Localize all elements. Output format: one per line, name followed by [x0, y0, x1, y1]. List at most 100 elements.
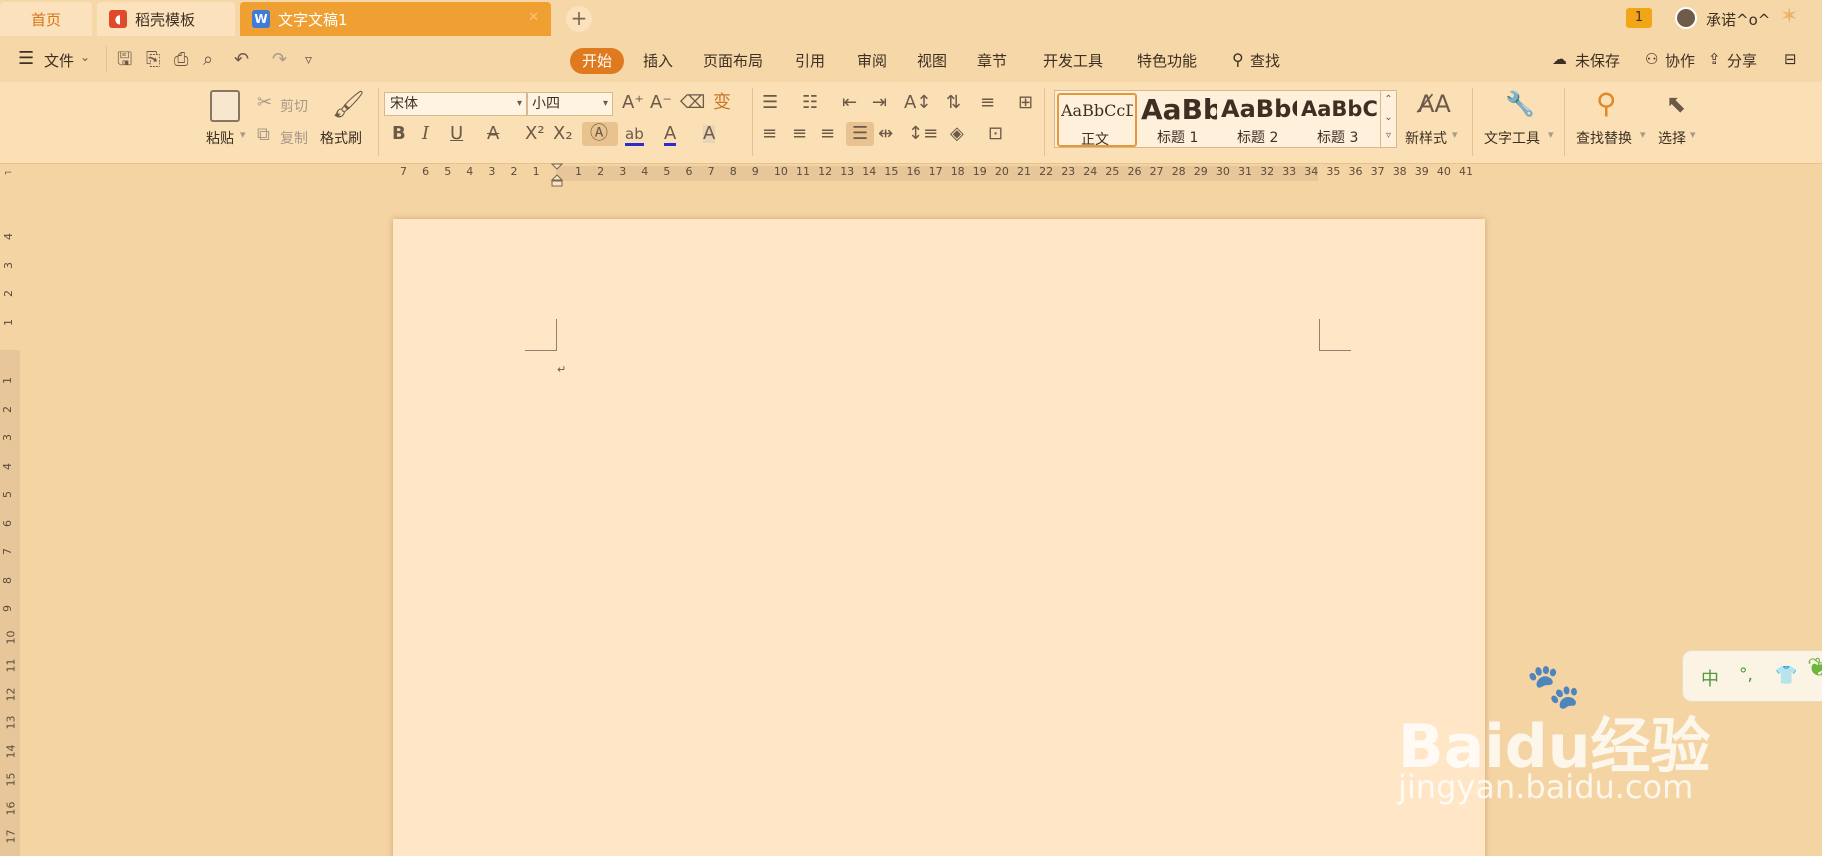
ruler-tick-label: 6: [685, 165, 693, 178]
print-preview-icon[interactable]: ⌕: [203, 51, 213, 69]
bold-icon[interactable]: B: [392, 125, 406, 143]
tab-0[interactable]: 开始: [570, 48, 625, 74]
subscript-icon[interactable]: X₂: [553, 125, 573, 143]
decrease-indent-icon[interactable]: ⇤: [842, 94, 857, 112]
clear-format-icon[interactable]: ⌫: [680, 94, 705, 112]
tab-7[interactable]: 开发工具: [1043, 48, 1103, 74]
style-gallery-scroll[interactable]: ⌃ ⌄ ▿: [1380, 91, 1396, 147]
print-icon[interactable]: ⎙: [174, 51, 188, 69]
tab-8[interactable]: 特色功能: [1137, 48, 1197, 74]
strikethrough-icon[interactable]: A: [487, 125, 499, 143]
line-spacing-icon[interactable]: ↕≡: [908, 125, 938, 143]
text-effect-button[interactable]: Ⓐ: [582, 122, 618, 146]
phonetic-guide-icon[interactable]: 变: [713, 94, 731, 112]
sort-icon[interactable]: ⇅: [946, 94, 961, 112]
select-button[interactable]: 选择: [1658, 128, 1686, 148]
chevron-down-icon[interactable]: ▾: [1690, 128, 1696, 141]
ime-punctuation[interactable]: °,: [1739, 665, 1753, 685]
paste-button[interactable]: 粘贴: [206, 128, 234, 148]
paste-icon[interactable]: [210, 90, 240, 122]
save-icon[interactable]: 🖫: [117, 51, 132, 69]
tab-2[interactable]: 页面布局: [703, 48, 763, 74]
ruler-tick-label: 6: [422, 165, 430, 178]
collapse-ribbon-icon[interactable]: ⊟: [1784, 50, 1797, 68]
unsaved-status[interactable]: 未保存: [1575, 50, 1620, 71]
italic-icon[interactable]: I: [422, 125, 429, 143]
highlight-icon[interactable]: ab: [625, 125, 644, 146]
align-right-icon[interactable]: ≡: [820, 125, 835, 143]
document-page[interactable]: ↵: [393, 219, 1485, 856]
close-tab-icon[interactable]: ✕: [528, 10, 539, 25]
style-heading-2[interactable]: AaBbC 标题 2: [1219, 93, 1299, 147]
chevron-down-icon[interactable]: ▾: [1548, 128, 1554, 141]
style-heading-1[interactable]: AaBb 标题 1: [1139, 93, 1219, 147]
new-style-button[interactable]: 新样式: [1405, 128, 1447, 148]
undo-icon[interactable]: ↶: [234, 51, 249, 69]
align-center-icon[interactable]: ≡: [792, 125, 807, 143]
menu-icon[interactable]: ☰: [18, 48, 34, 69]
find-replace-icon: ⚲: [1596, 87, 1617, 120]
tab-4[interactable]: 审阅: [857, 48, 887, 74]
find-replace-button[interactable]: 查找替换: [1576, 128, 1632, 148]
char-shading-icon[interactable]: A: [703, 125, 716, 143]
style-normal[interactable]: AaBbCcDd 正文: [1057, 93, 1137, 148]
tab-stop-icon[interactable]: ⌐: [4, 168, 12, 179]
superscript-icon[interactable]: X²: [525, 125, 545, 143]
collaborate-button[interactable]: 协作: [1665, 50, 1695, 71]
ruler-tick-label: 11: [796, 165, 810, 178]
shrink-font-icon[interactable]: A⁻: [650, 94, 672, 112]
share-button[interactable]: 分享: [1727, 50, 1757, 71]
customize-toolbar-icon[interactable]: ▿: [305, 51, 312, 69]
numbered-list-icon[interactable]: ☷: [802, 94, 818, 112]
ruler-tick-label: 3: [2, 261, 15, 269]
tab-daoke-templates[interactable]: ◖ 稻壳模板: [97, 2, 235, 36]
new-tab-button[interactable]: +: [566, 6, 592, 32]
tab-3[interactable]: 引用: [795, 48, 825, 74]
avatar[interactable]: [1675, 7, 1697, 29]
search-command[interactable]: 查找: [1250, 50, 1280, 71]
ruler-tick-label: 15: [4, 772, 18, 787]
user-name[interactable]: 承诺^o^: [1706, 9, 1770, 30]
font-color-icon[interactable]: A: [664, 125, 677, 146]
chevron-down-icon[interactable]: ▾: [240, 128, 246, 141]
style-heading-3[interactable]: AaBbCc 标题 3: [1299, 93, 1379, 147]
horizontal-ruler[interactable]: 7 6 5 4 3 2 1 1 2 3 4 5 6 7 8 9 10 11 12 13 14 15 16 17 18 19 20 21…: [385, 164, 1473, 180]
underline-icon[interactable]: U: [450, 125, 463, 143]
tab-6[interactable]: 章节: [977, 48, 1007, 74]
paragraph-settings-icon[interactable]: ≡: [980, 94, 995, 112]
indent-marker[interactable]: [550, 163, 564, 187]
text-tools-button[interactable]: 文字工具: [1484, 128, 1540, 148]
chevron-down-icon[interactable]: ▾: [1452, 128, 1458, 141]
chevron-down-icon[interactable]: ⌄: [80, 50, 90, 64]
fill-color-icon[interactable]: ◈: [950, 125, 964, 143]
chevron-down-icon: ▾: [516, 98, 522, 109]
distributed-icon[interactable]: ⇹: [878, 125, 893, 143]
ime-toolbar[interactable]: 中 °, 👕 ❦: [1682, 650, 1822, 702]
font-name-select[interactable]: 宋体 ▾: [384, 92, 527, 116]
format-painter-button[interactable]: 格式刷: [320, 128, 362, 148]
ime-mode[interactable]: 中: [1701, 665, 1719, 691]
font-size-select[interactable]: 小四 ▾: [527, 92, 613, 116]
table-icon[interactable]: ⊞: [1018, 94, 1033, 112]
cut-button[interactable]: 剪切: [280, 96, 308, 116]
ruler-tick-label: 36: [1348, 165, 1363, 178]
grow-font-icon[interactable]: A⁺: [622, 94, 644, 112]
tab-1[interactable]: 插入: [643, 48, 673, 74]
file-menu[interactable]: 文件: [44, 50, 74, 71]
bullet-list-icon[interactable]: ☰: [762, 94, 778, 112]
tab-5[interactable]: 视图: [917, 48, 947, 74]
tab-document[interactable]: W 文字文稿1 ✕: [240, 2, 551, 36]
vertical-ruler[interactable]: 4 3 2 1 1 2 3 4 5 6 7 8 9 10 11 12 13 14 15 16 17: [0, 182, 20, 856]
justify-button[interactable]: ☰: [846, 122, 874, 146]
align-left-icon[interactable]: ≡: [762, 125, 777, 143]
notification-badge[interactable]: 1: [1626, 8, 1652, 28]
borders-icon[interactable]: ⊡: [988, 125, 1003, 143]
copy-button[interactable]: 复制: [280, 128, 308, 148]
redo-icon[interactable]: ↷: [272, 51, 287, 69]
export-icon[interactable]: ⎘: [146, 51, 160, 69]
chevron-down-icon[interactable]: ▾: [1640, 128, 1646, 141]
tab-home[interactable]: 首页: [0, 2, 92, 36]
increase-indent-icon[interactable]: ⇥: [872, 94, 887, 112]
skin-shirt-icon[interactable]: 👕: [1775, 665, 1797, 686]
char-spacing-icon[interactable]: A↕: [904, 94, 931, 112]
